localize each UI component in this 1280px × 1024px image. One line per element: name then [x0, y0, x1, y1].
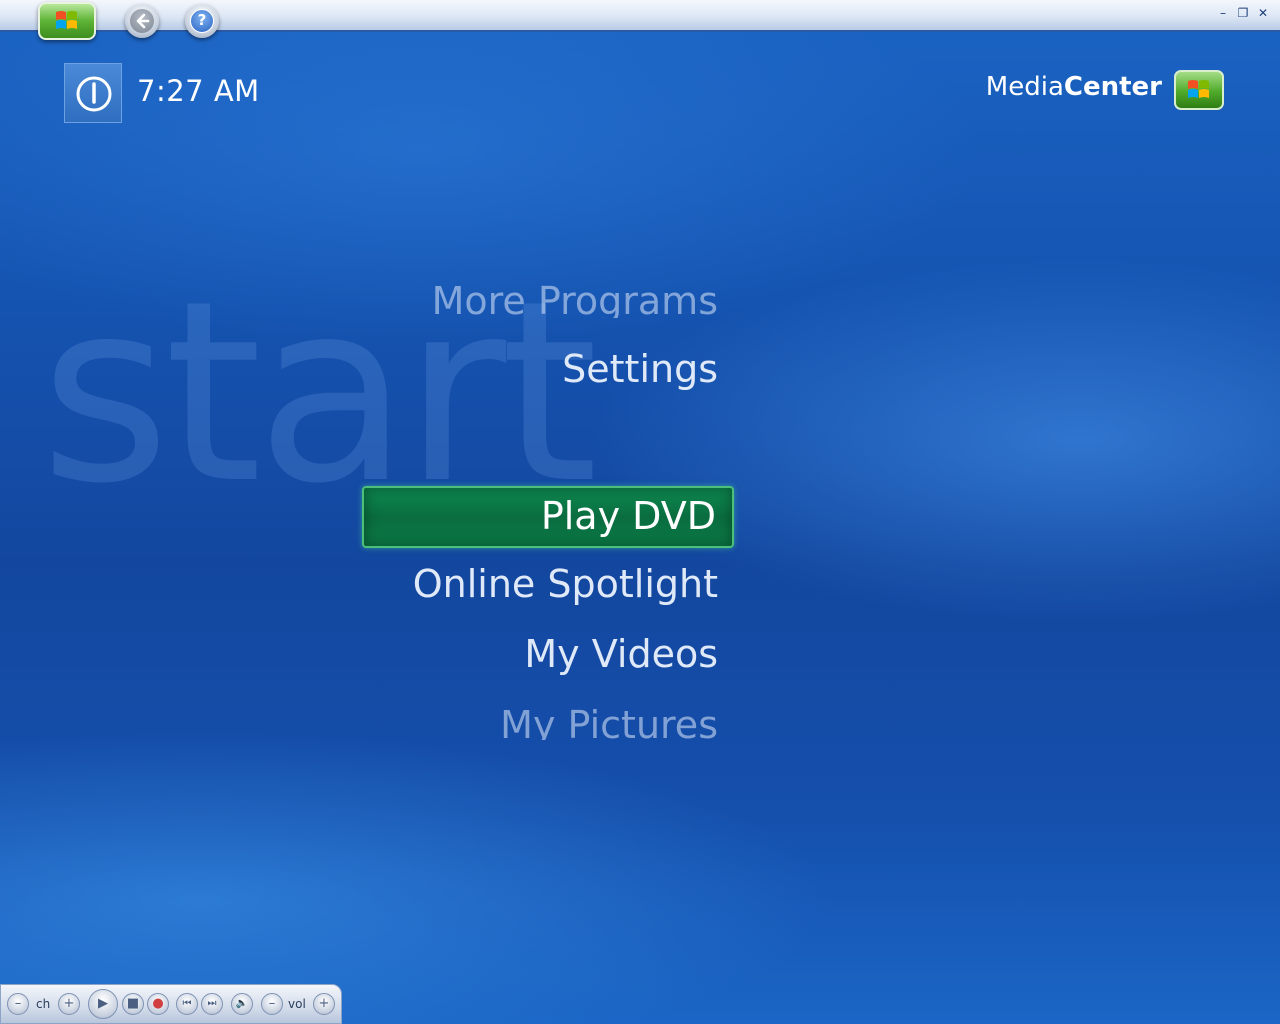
menu-item-my-pictures[interactable]: My Pictures	[500, 706, 718, 740]
volume-up-button[interactable]: +	[313, 993, 335, 1015]
logo-text-bold: Center	[1063, 72, 1162, 102]
back-arrow-icon	[136, 13, 150, 29]
channel-down-button[interactable]: –	[7, 993, 29, 1015]
media-center-logo: MediaCenter	[986, 72, 1162, 102]
menu-item-my-videos[interactable]: My Videos	[524, 635, 718, 673]
mute-button[interactable]: 🔈	[231, 993, 253, 1015]
transport-controls: – ch + ▶ ■ ● ⏮ ⏭ 🔈 – vol +	[0, 984, 342, 1024]
menu-item-play-dvd[interactable]: Play DVD	[362, 486, 734, 548]
power-button[interactable]	[64, 63, 122, 123]
logo-text-light: Media	[985, 72, 1064, 102]
window-controls: – ❐ ✕	[1216, 6, 1270, 20]
restore-button[interactable]: ❐	[1236, 6, 1250, 20]
play-button[interactable]: ▶	[88, 989, 118, 1019]
play-dvd-label: Play DVD	[540, 494, 716, 538]
back-button[interactable]	[125, 4, 159, 38]
menu-item-online-spotlight[interactable]: Online Spotlight	[413, 565, 718, 603]
volume-label: vol	[288, 997, 306, 1011]
channel-up-button[interactable]: +	[58, 993, 80, 1015]
windows-flag-icon	[56, 11, 77, 29]
volume-down-button[interactable]: –	[261, 993, 283, 1015]
channel-label: ch	[36, 997, 51, 1011]
media-center-screen: ? – ❐ ✕ 7:27 AM MediaCenter start More P	[0, 0, 1280, 1024]
help-icon: ?	[197, 11, 207, 29]
close-button[interactable]: ✕	[1256, 6, 1270, 20]
menu-item-more-programs[interactable]: More Programs	[432, 282, 718, 318]
previous-button[interactable]: ⏮	[176, 993, 198, 1015]
help-button[interactable]: ?	[185, 4, 219, 38]
record-button[interactable]: ●	[147, 993, 169, 1015]
start-button[interactable]	[38, 2, 96, 40]
minimize-button[interactable]: –	[1216, 6, 1230, 20]
logo-flag-icon	[1174, 70, 1224, 110]
next-button[interactable]: ⏭	[201, 993, 223, 1015]
stop-button[interactable]: ■	[122, 993, 144, 1015]
clock-time: 7:27 AM	[137, 74, 260, 108]
menu-item-settings[interactable]: Settings	[562, 350, 718, 388]
power-icon	[76, 76, 112, 112]
top-toolbar: ? – ❐ ✕	[0, 0, 1280, 40]
